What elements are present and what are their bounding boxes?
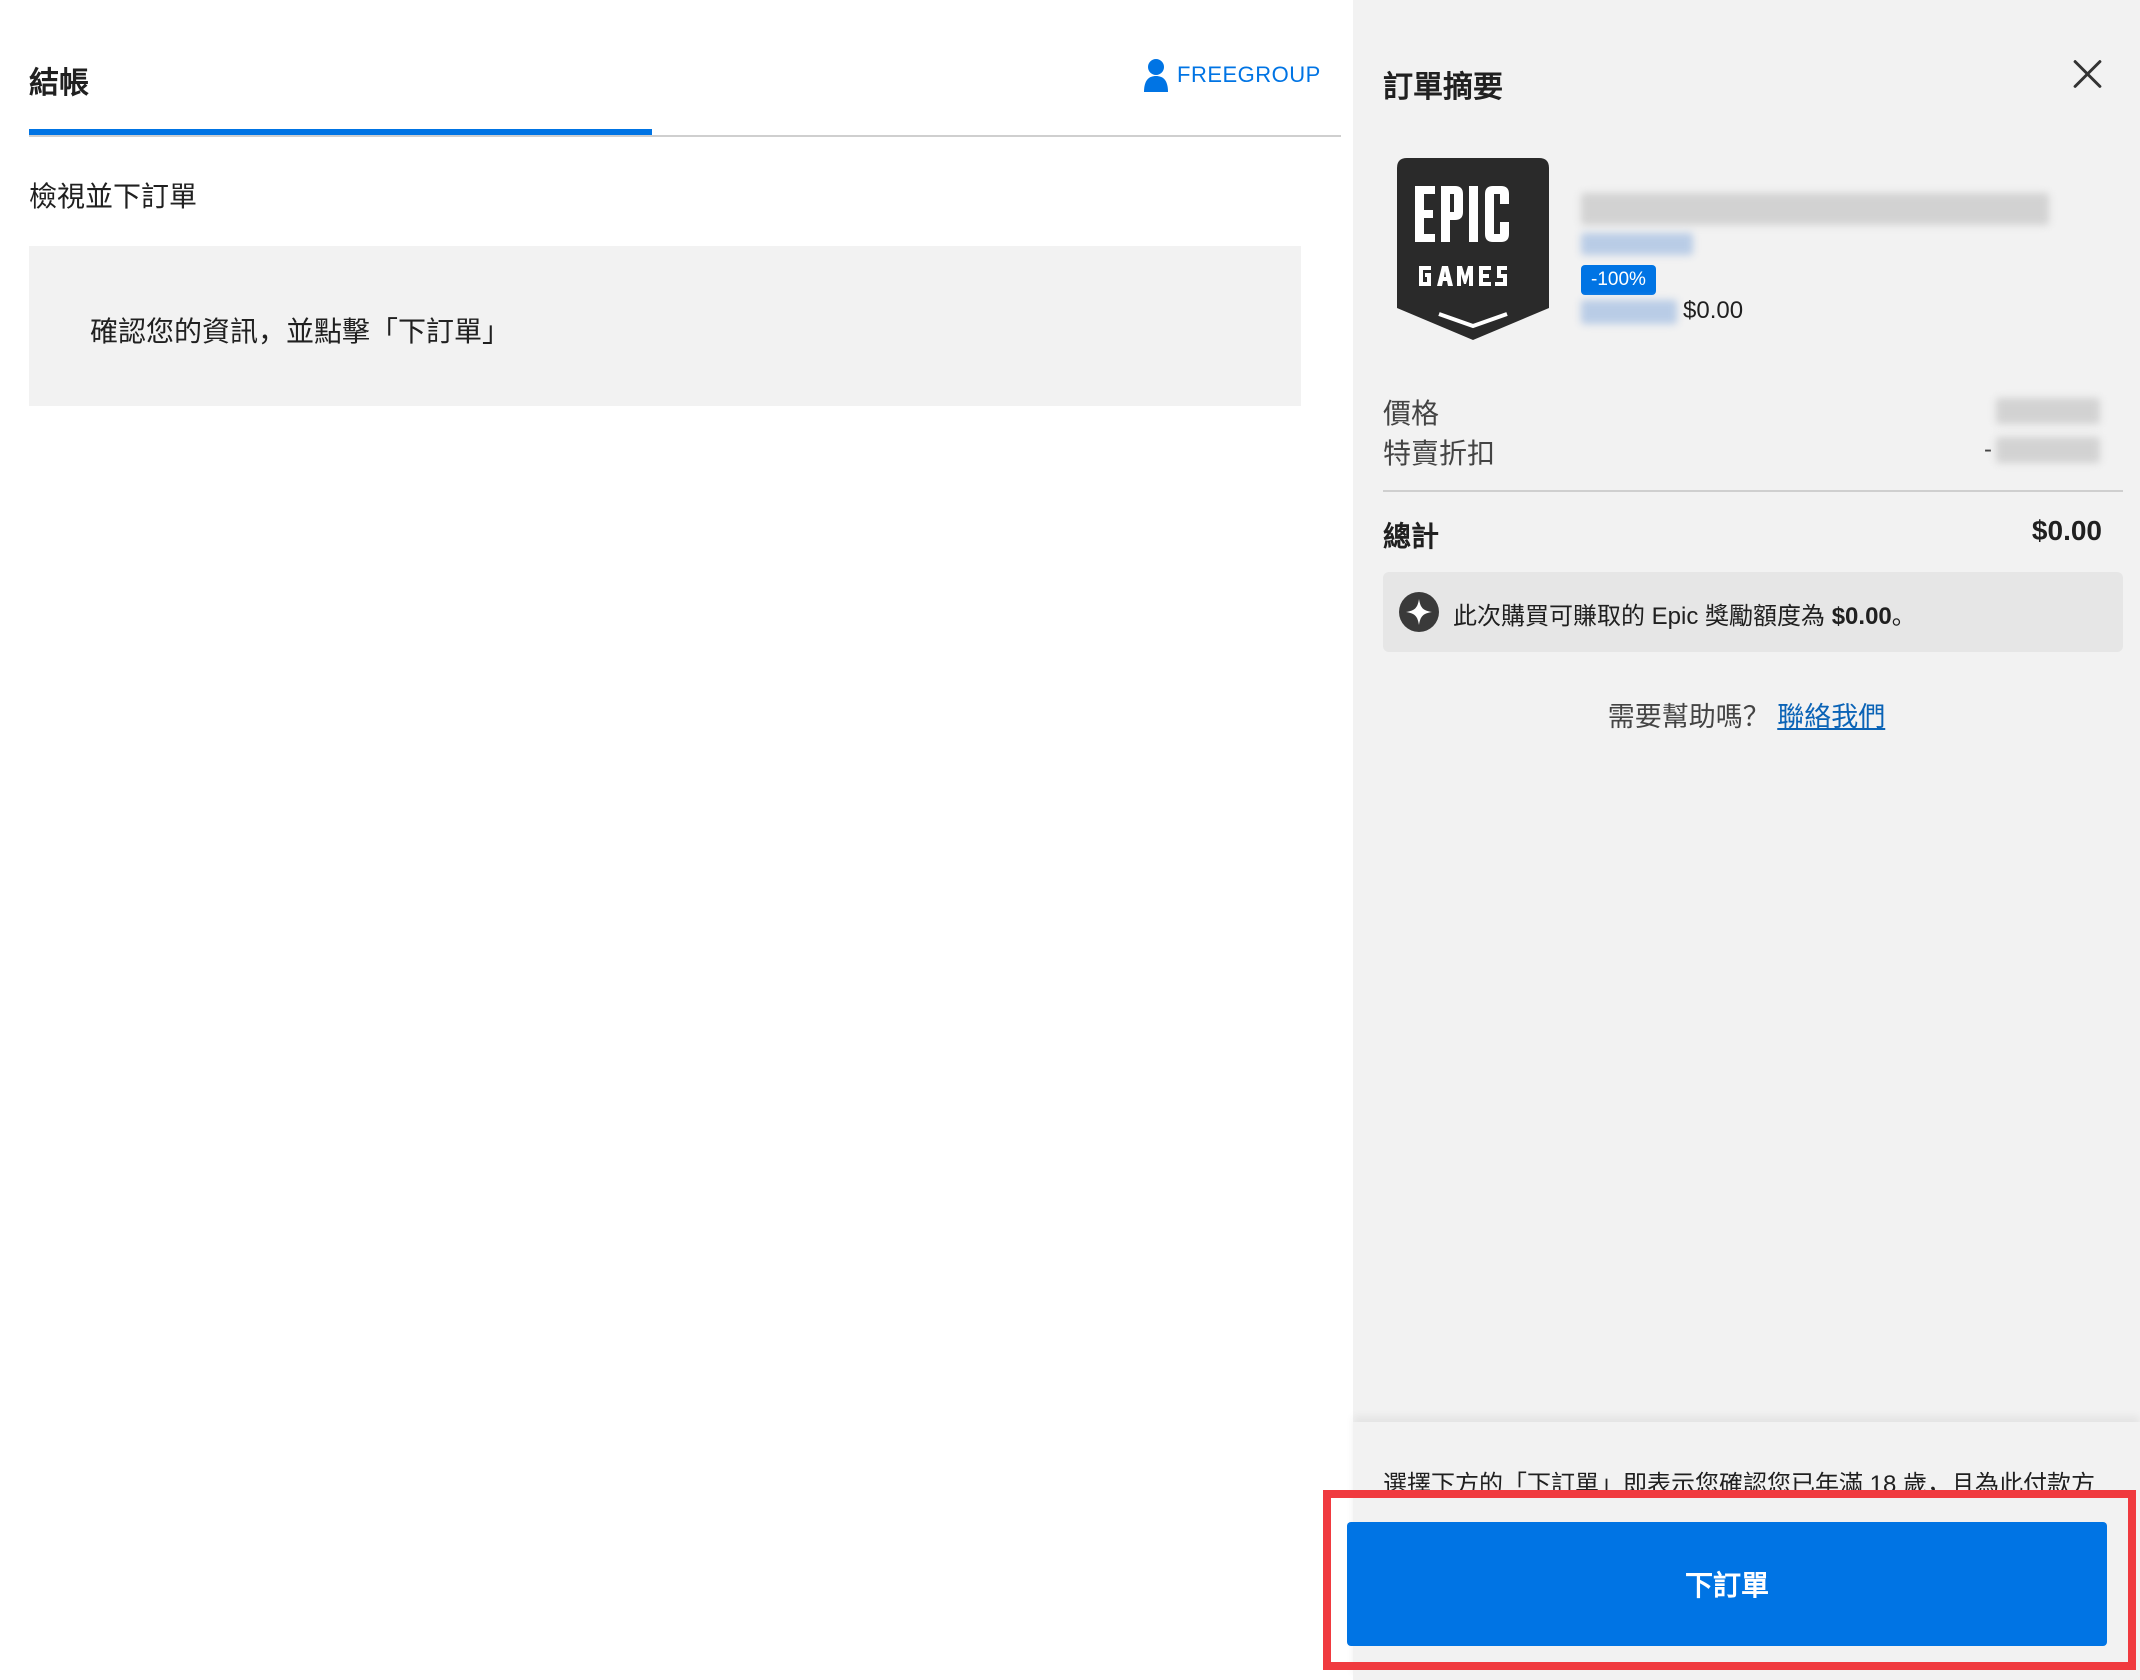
epic-rewards-icon xyxy=(1399,592,1439,632)
checkout-pane: 結帳 FREEGROUP 檢視並下訂單 確認您的資訊，並點擊「下訂單」 xyxy=(0,0,1353,1680)
order-summary-pane: 訂單摘要 -100% $0.00 價格 特賣折扣 - 總計 $0.00 此次購買… xyxy=(1323,0,2140,1680)
reward-text: 此次購買可賺取的 Epic 獎勵額度為 $0.00。 xyxy=(1453,596,1916,631)
username: FREEGROUP xyxy=(1177,62,1321,87)
order-footer: 選擇下方的「下訂單」即表示您確認您已年滿 18 歲，且為此付款方 下訂單 xyxy=(1323,1422,2140,1680)
discount-value-redacted xyxy=(1996,437,2100,463)
discount-label: 特賣折扣 xyxy=(1383,438,1496,469)
original-price-redacted xyxy=(1581,300,1677,324)
reward-message: 此次購買可賺取的 Epic 獎勵額度為 xyxy=(1453,603,1826,630)
product-title-redacted xyxy=(1581,193,2049,225)
help-question: 需要幫助嗎？ xyxy=(1607,702,1770,732)
discount-badge: -100% xyxy=(1581,265,1656,295)
account-link[interactable]: FREEGROUP xyxy=(1143,58,1321,92)
price-label: 價格 xyxy=(1383,398,1440,429)
price-value-redacted xyxy=(1996,398,2100,424)
product-subtitle-redacted xyxy=(1581,233,1693,255)
user-icon xyxy=(1143,58,1169,92)
reward-suffix: 。 xyxy=(1891,603,1916,630)
step-title: 檢視並下訂單 xyxy=(29,181,198,212)
summary-title: 訂單摘要 xyxy=(1383,71,1503,104)
close-icon[interactable] xyxy=(2071,58,2103,90)
epic-games-logo xyxy=(1397,158,1549,340)
total-label: 總計 xyxy=(1383,521,1440,552)
total-value: $0.00 xyxy=(2031,515,2102,546)
progress-track xyxy=(29,135,1341,137)
help-row: 需要幫助嗎？ 聯絡我們 xyxy=(1353,695,2140,734)
notice-text: 確認您的資訊，並點擊「下訂單」 xyxy=(90,316,511,347)
checkout-title: 結帳 xyxy=(29,67,89,100)
summary-divider xyxy=(1383,490,2123,492)
discount-minus: - xyxy=(1984,436,1992,463)
notice-box: 確認您的資訊，並點擊「下訂單」 xyxy=(29,246,1301,406)
contact-us-link[interactable]: 聯絡我們 xyxy=(1777,702,1885,732)
progress-fill xyxy=(29,129,652,135)
place-order-button[interactable]: 下訂單 xyxy=(1347,1522,2107,1646)
reward-amount: $0.00 xyxy=(1831,603,1892,630)
item-price: $0.00 xyxy=(1683,297,1744,324)
reward-box: 此次購買可賺取的 Epic 獎勵額度為 $0.00。 xyxy=(1383,572,2123,652)
